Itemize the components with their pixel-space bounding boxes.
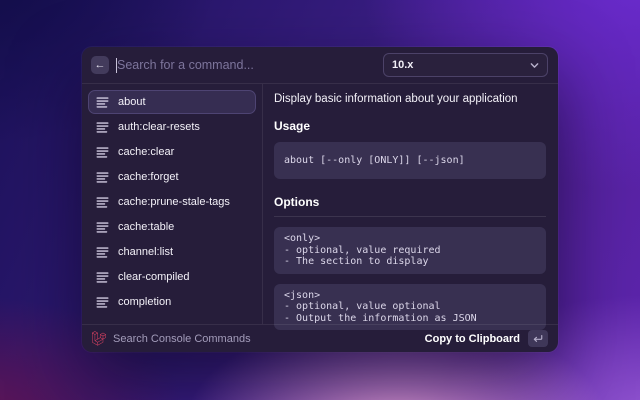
command-lines-icon [96,171,109,184]
palette-footer: Search Console Commands Copy to Clipboar… [82,324,558,352]
command-description: Display basic information about your app… [274,93,546,105]
option-name: <only> [284,233,536,245]
option-detail-line: - Output the information as JSON [284,313,536,325]
sidebar-command-item[interactable]: auth:clear-resets [88,115,256,139]
footer-app-label: Search Console Commands [113,333,251,345]
option-detail-line: - optional, value optional [284,301,536,313]
options-heading: Options [274,195,546,217]
chevron-down-icon [530,61,539,70]
option-block: <only> - optional, value required- The s… [274,227,546,274]
return-key-icon [533,330,543,348]
option-detail-line: - The section to display [284,256,536,268]
sidebar-command-item[interactable]: about [88,90,256,114]
version-select[interactable]: 10.x [383,53,548,77]
command-list: about auth:clear-resets cache:clear [82,84,263,324]
command-lines-icon [96,296,109,309]
command-label: channel:list [118,246,173,258]
command-detail-panel: Display basic information about your app… [263,84,558,324]
command-lines-icon [96,146,109,159]
sidebar-command-item[interactable]: cache:prune-stale-tags [88,190,256,214]
command-lines-icon [96,271,109,284]
options-list: <only> - optional, value required- The s… [274,227,546,330]
enter-key-button[interactable] [528,330,548,347]
option-name: <json> [284,290,536,302]
command-label: completion [118,296,171,308]
usage-code-block: about [--only [ONLY]] [--json] [274,142,546,179]
command-lines-icon [96,121,109,134]
search-header: ← 10.x [82,47,558,84]
command-label: clear-compiled [118,271,190,283]
footer-actions: Copy to Clipboard [425,330,548,347]
arrow-left-icon: ← [95,60,106,71]
footer-branding: Search Console Commands [92,331,251,346]
command-label: cache:table [118,221,174,233]
usage-heading: Usage [274,119,546,133]
command-label: cache:clear [118,146,174,158]
command-lines-icon [96,246,109,259]
command-label: cache:prune-stale-tags [118,196,230,208]
sidebar-command-item[interactable]: channel:list [88,240,256,264]
sidebar-command-item[interactable]: cache:table [88,215,256,239]
sidebar-command-item[interactable]: completion [88,290,256,314]
command-label: cache:forget [118,171,179,183]
option-detail-line: - optional, value required [284,245,536,257]
command-label: about [118,96,146,108]
command-lines-icon [96,96,109,109]
copy-to-clipboard-button[interactable]: Copy to Clipboard [425,333,520,345]
palette-body: about auth:clear-resets cache:clear [82,84,558,324]
search-input[interactable] [117,58,383,72]
laravel-logo-icon [92,331,106,346]
command-palette-window: ← 10.x about [82,47,558,352]
search-field-wrap [116,58,383,73]
sidebar-command-item[interactable]: cache:clear [88,140,256,164]
sidebar-command-item[interactable]: cache:forget [88,165,256,189]
command-label: auth:clear-resets [118,121,200,133]
version-select-value: 10.x [392,59,413,71]
command-lines-icon [96,196,109,209]
back-button[interactable]: ← [91,56,109,74]
command-lines-icon [96,221,109,234]
sidebar-command-item[interactable]: clear-compiled [88,265,256,289]
